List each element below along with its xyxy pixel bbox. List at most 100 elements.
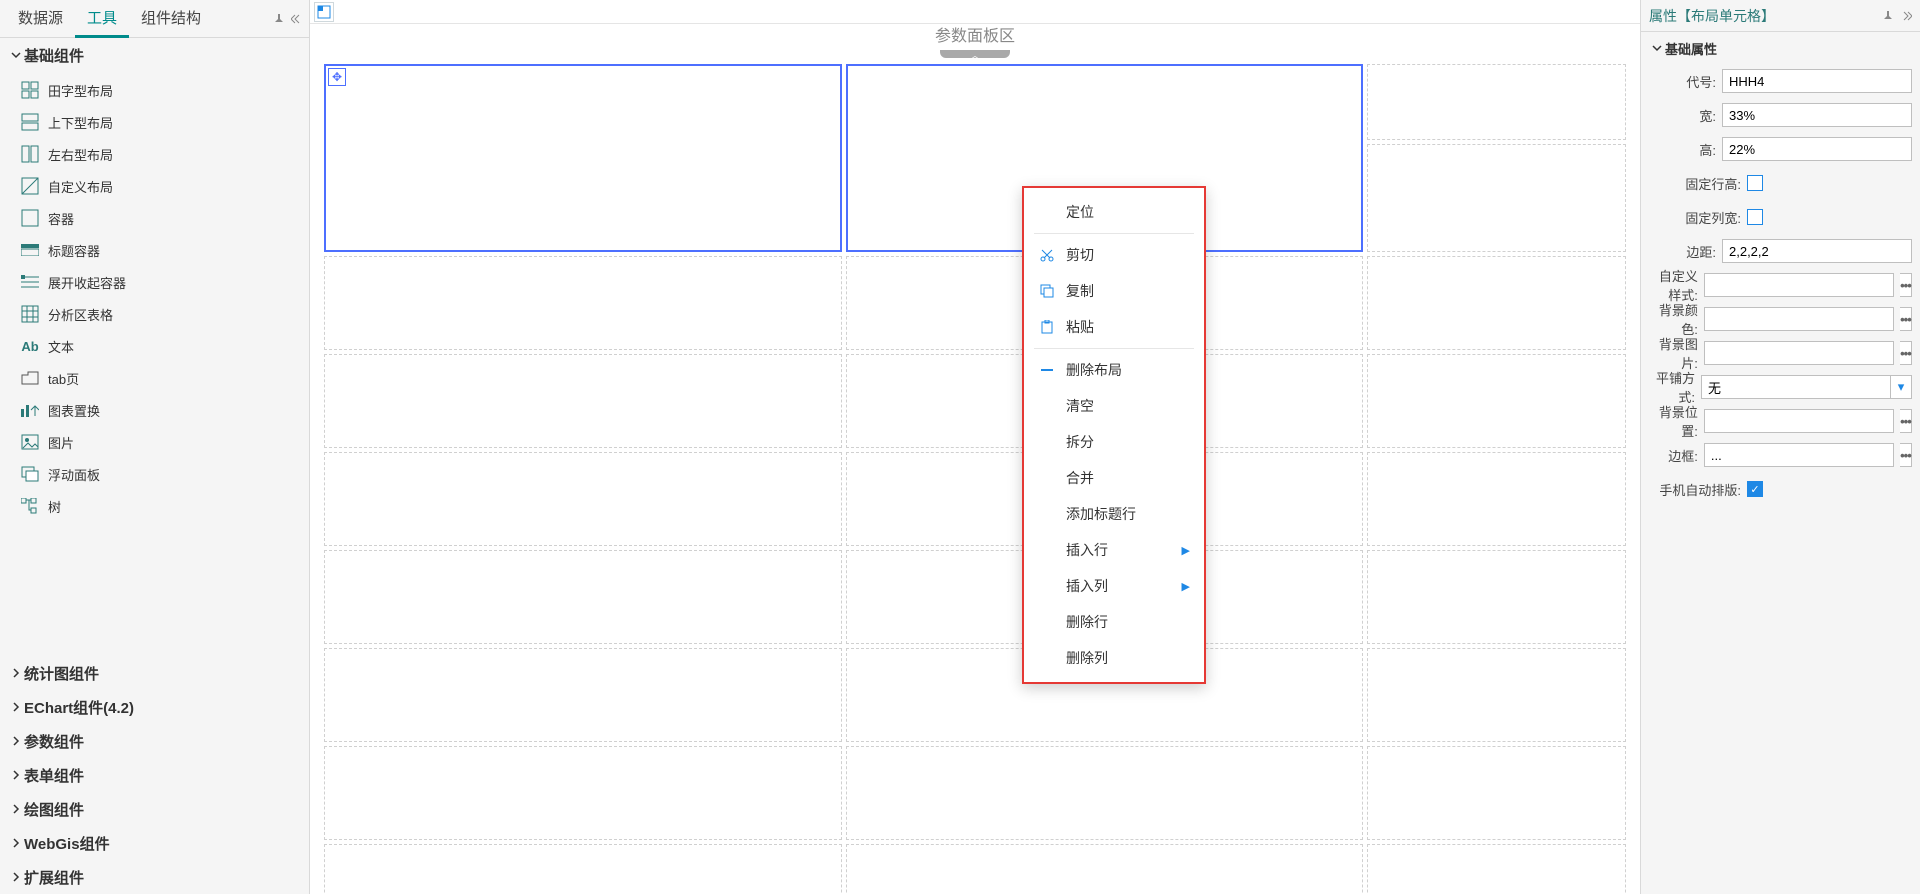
tab-structure[interactable]: 组件结构 (129, 0, 213, 38)
more-options-button[interactable]: ••• (1900, 409, 1912, 433)
ctx-merge[interactable]: 合并 (1024, 460, 1204, 496)
prop-margin-label: 边距: (1649, 242, 1716, 261)
ctx-inscol[interactable]: 插入列▶ (1024, 568, 1204, 604)
left-panel: 数据源 工具 组件结构 基础组件 田字型布局 上下型布局 左右型布局 自定义布局… (0, 0, 310, 894)
layout-cell[interactable] (1367, 452, 1626, 546)
category-form[interactable]: 表单组件 (0, 758, 309, 792)
prop-fixcol-checkbox[interactable] (1747, 209, 1763, 225)
layout-cell[interactable] (1367, 256, 1626, 350)
prop-mobile-checkbox[interactable]: ✓ (1747, 481, 1763, 497)
section-basicprops[interactable]: 基础属性 (1641, 32, 1920, 64)
prop-tile-select[interactable] (1701, 375, 1890, 399)
container-icon (20, 208, 40, 228)
layout-cell[interactable] (324, 256, 842, 350)
comp-text[interactable]: Ab文本 (16, 330, 309, 362)
layout-cell[interactable] (324, 354, 842, 448)
prop-code-input[interactable] (1722, 69, 1912, 93)
move-handle-icon[interactable]: ✥ (328, 68, 346, 86)
layout-cell[interactable] (1367, 648, 1626, 742)
tree-icon (20, 496, 40, 516)
category-basic[interactable]: 基础组件 (0, 38, 309, 72)
ctx-cut[interactable]: 剪切 (1024, 237, 1204, 273)
ctx-clear[interactable]: 清空 (1024, 388, 1204, 424)
dropdown-arrow-icon[interactable]: ▾ (1890, 375, 1912, 399)
more-options-button[interactable]: ••• (1900, 341, 1912, 365)
prop-style-input[interactable] (1704, 273, 1894, 297)
layout-cell[interactable] (1367, 64, 1626, 140)
comp-label: 图表置换 (48, 401, 100, 420)
layout-cell[interactable] (324, 648, 842, 742)
ctx-copy[interactable]: 复制 (1024, 273, 1204, 309)
layout-cell[interactable] (324, 452, 842, 546)
ctx-delrow[interactable]: 删除行 (1024, 604, 1204, 640)
comp-container[interactable]: 容器 (16, 202, 309, 234)
layout-cell[interactable] (1367, 746, 1626, 840)
tab-tools[interactable]: 工具 (75, 0, 129, 38)
layout-cell[interactable] (1367, 144, 1626, 252)
ctx-delcol[interactable]: 删除列 (1024, 640, 1204, 676)
comp-hsplit[interactable]: 左右型布局 (16, 138, 309, 170)
category-ext[interactable]: 扩展组件 (0, 860, 309, 894)
pin-icon[interactable] (273, 13, 285, 25)
ctx-locate[interactable]: 定位 (1024, 194, 1204, 230)
category-basic-label: 基础组件 (24, 45, 84, 66)
prop-fixrow-label: 固定行高: (1649, 174, 1741, 193)
category-draw[interactable]: 绘图组件 (0, 792, 309, 826)
prop-tile-label: 平铺方式: (1649, 368, 1695, 406)
param-panel-handle[interactable]: ︿ (310, 50, 1640, 60)
comp-grid4[interactable]: 田字型布局 (16, 74, 309, 106)
layout-cell[interactable] (324, 746, 842, 840)
prop-bgpos-input[interactable] (1704, 409, 1894, 433)
comp-image[interactable]: 图片 (16, 426, 309, 458)
ctx-insrow[interactable]: 插入行▶ (1024, 532, 1204, 568)
comp-custom[interactable]: 自定义布局 (16, 170, 309, 202)
ctx-dellayout[interactable]: 删除布局 (1024, 352, 1204, 388)
layout-cell[interactable] (1367, 354, 1626, 448)
collapse-left-icon[interactable] (291, 13, 303, 25)
category-param[interactable]: 参数组件 (0, 724, 309, 758)
layout-cell[interactable] (846, 746, 1364, 840)
prop-bgcolor-input[interactable] (1704, 307, 1894, 331)
category-webgis[interactable]: WebGis组件 (0, 826, 309, 860)
category-stat[interactable]: 统计图组件 (0, 656, 309, 690)
layout-cell[interactable] (324, 844, 842, 894)
pin-icon[interactable] (1882, 10, 1894, 22)
prop-height-input[interactable] (1722, 137, 1912, 161)
ctx-label: 添加标题行 (1066, 504, 1136, 524)
more-options-button[interactable]: ••• (1900, 443, 1912, 467)
more-options-button[interactable]: ••• (1900, 273, 1912, 297)
prop-width-input[interactable] (1722, 103, 1912, 127)
ctx-paste[interactable]: 粘贴 (1024, 309, 1204, 345)
text-icon: Ab (20, 336, 40, 356)
more-options-button[interactable]: ••• (1900, 307, 1912, 331)
comp-analgrid[interactable]: 分析区表格 (16, 298, 309, 330)
prop-border-input[interactable] (1704, 443, 1894, 467)
comp-tab[interactable]: tab页 (16, 362, 309, 394)
ctx-addtitle[interactable]: 添加标题行 (1024, 496, 1204, 532)
comp-chartswap[interactable]: 图表置换 (16, 394, 309, 426)
category-echart[interactable]: EChart组件(4.2) (0, 690, 309, 724)
ctx-label: 复制 (1066, 281, 1094, 301)
comp-tree[interactable]: 树 (16, 490, 309, 522)
chevron-right-icon (8, 736, 24, 746)
collapse-right-icon[interactable] (1900, 10, 1912, 22)
prop-bgimg-input[interactable] (1704, 341, 1894, 365)
ctx-split[interactable]: 拆分 (1024, 424, 1204, 460)
comp-vsplit[interactable]: 上下型布局 (16, 106, 309, 138)
ctx-label: 插入列 (1066, 576, 1108, 596)
customlayout-icon (20, 176, 40, 196)
prop-margin-input[interactable] (1722, 239, 1912, 263)
comp-collapse[interactable]: 展开收起容器 (16, 266, 309, 298)
ctx-label: 拆分 (1066, 432, 1094, 452)
prop-fixrow-checkbox[interactable] (1747, 175, 1763, 191)
layout-cell[interactable] (1367, 844, 1626, 894)
layout-cell[interactable] (324, 550, 842, 644)
comp-titlecontainer[interactable]: 标题容器 (16, 234, 309, 266)
layout-cell[interactable]: ✥ (324, 64, 842, 252)
tablegrid-icon (20, 304, 40, 324)
layout-cell[interactable] (1367, 550, 1626, 644)
layout-tool-icon[interactable] (314, 2, 334, 22)
tab-datasource[interactable]: 数据源 (6, 0, 75, 38)
comp-floatpanel[interactable]: 浮动面板 (16, 458, 309, 490)
layout-cell[interactable] (846, 844, 1364, 894)
